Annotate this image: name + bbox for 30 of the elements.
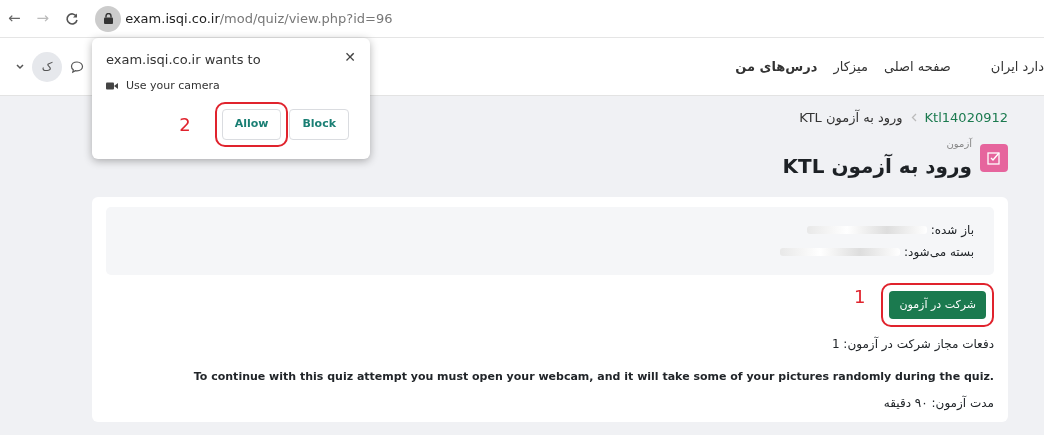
permission-request: Use your camera xyxy=(126,77,220,94)
reload-icon[interactable] xyxy=(65,11,80,26)
back-icon[interactable]: ← xyxy=(8,7,21,30)
breadcrumb-current: ورود به آزمون KTL xyxy=(799,108,903,128)
duration-text: مدت آزمون: ۹۰ دقیقه xyxy=(882,394,994,412)
permission-button[interactable]: Allow xyxy=(221,109,282,140)
page-title: ورود به آزمون KTL xyxy=(782,152,972,180)
nav-link-item[interactable]: صفحه اصلی xyxy=(883,56,951,77)
step-number: 2 xyxy=(179,112,191,137)
step-number: 1 xyxy=(854,284,866,309)
webcam-notice: To continue with this quiz attempt you must open your webcam, and it will take some of your pictures randomly during the quiz. xyxy=(192,369,994,385)
nav-link-item[interactable]: درس‌های من xyxy=(735,56,818,77)
chat-icon[interactable] xyxy=(70,59,84,74)
attempts-text: دفعات مجاز شرکت در آزمون: 1 xyxy=(830,335,994,353)
address-field[interactable]: exam.isqi.co.ir/mod/quiz/view.php?id=96 xyxy=(125,8,393,29)
info-label: بسته می‌شود: xyxy=(904,243,974,261)
module-label: آزمون xyxy=(945,136,972,151)
caret-icon[interactable] xyxy=(16,63,24,70)
nav-link-item[interactable]: میزکار xyxy=(833,56,868,77)
start-quiz-button[interactable]: شرکت در آزمون xyxy=(889,290,986,319)
breadcrumb-separator xyxy=(910,113,917,123)
info-label: باز شده: xyxy=(930,221,974,239)
quiz-icon xyxy=(980,144,1008,172)
permission-button[interactable]: Block xyxy=(289,109,349,140)
lock-icon[interactable] xyxy=(95,5,122,32)
breadcrumb-link[interactable]: Ktl14020912 xyxy=(924,108,1008,128)
user-avatar[interactable]: ک xyxy=(32,51,62,82)
site-name[interactable]: دارد ایران xyxy=(990,56,1044,77)
popup-title: exam.isqi.co.ir wants to xyxy=(106,51,261,69)
camera-icon xyxy=(106,81,118,90)
